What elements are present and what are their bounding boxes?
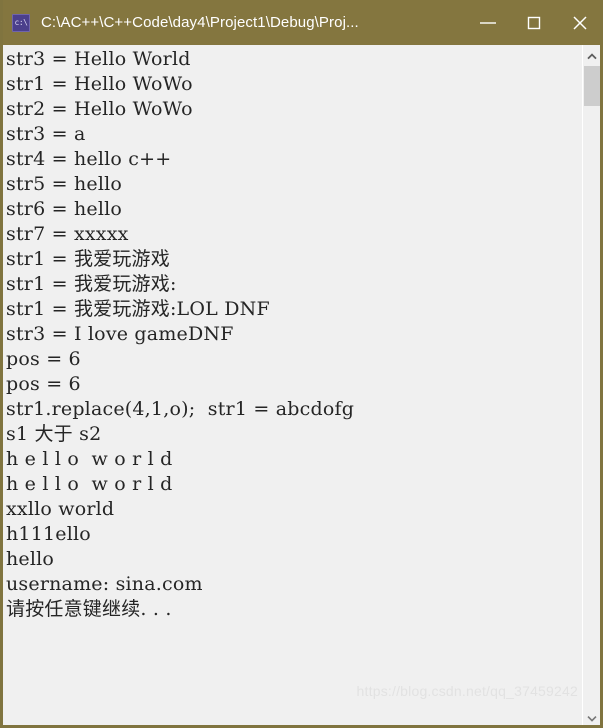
console-line: str3 = Hello World [6, 48, 191, 70]
console-line: hello [6, 548, 55, 570]
scrollbar-thumb[interactable] [584, 66, 600, 106]
console-line: username: sina.com [6, 573, 203, 595]
console-line: str1.replace(4,1,o); str1 = abcdofg [6, 398, 355, 420]
console-line: pos = 6 [6, 348, 81, 370]
console-line: str7 = xxxxx [6, 223, 129, 245]
console-line: str1 = Hello WoWo [6, 73, 193, 95]
console-window: c:\ C:\AC++\C++Code\day4\Project1\Debug\… [0, 0, 603, 728]
console-text-buffer: str3 = Hello World str1 = Hello WoWo str2 … [6, 47, 578, 622]
console-line: str1 = 我爱玩游戏 [6, 248, 170, 270]
vertical-scrollbar[interactable] [582, 45, 600, 725]
console-icon-glyph: c:\ [14, 17, 28, 27]
console-app-icon[interactable]: c:\ [12, 13, 30, 32]
close-button[interactable] [557, 0, 600, 45]
console-line: str3 = I love gameDNF [6, 323, 234, 345]
console-line: str3 = a [6, 123, 86, 145]
console-line: str6 = hello [6, 198, 123, 220]
console-line: s1 大于 s2 [6, 423, 102, 445]
window-title: C:\AC++\C++Code\day4\Project1\Debug\Proj… [41, 14, 359, 31]
console-line: h e l l o w o r l d [6, 473, 173, 495]
console-line: str2 = Hello WoWo [6, 98, 193, 120]
console-line: h111ello [6, 523, 91, 545]
console-line: str5 = hello [6, 173, 123, 195]
scroll-up-arrow-icon[interactable] [583, 47, 600, 65]
console-line: str1 = 我爱玩游戏: [6, 273, 177, 295]
console-line: pos = 6 [6, 373, 81, 395]
console-line: str1 = 我爱玩游戏:LOL DNF [6, 298, 270, 320]
watermark-text: https://blog.csdn.net/qq_37459242 [356, 683, 578, 699]
console-line: str4 = hello c++ [6, 148, 172, 170]
maximize-button[interactable] [511, 0, 557, 45]
console-line: h e l l o w o r l d [6, 448, 173, 470]
console-output-area[interactable]: str3 = Hello World str1 = Hello WoWo str2 … [3, 45, 600, 725]
minimize-button[interactable] [465, 0, 511, 45]
console-line: xxllo world [6, 498, 115, 520]
scroll-down-arrow-icon[interactable] [583, 709, 600, 725]
title-bar[interactable]: c:\ C:\AC++\C++Code\day4\Project1\Debug\… [3, 0, 600, 45]
window-controls [465, 0, 600, 45]
console-line: 请按任意键继续. . . [6, 598, 172, 620]
